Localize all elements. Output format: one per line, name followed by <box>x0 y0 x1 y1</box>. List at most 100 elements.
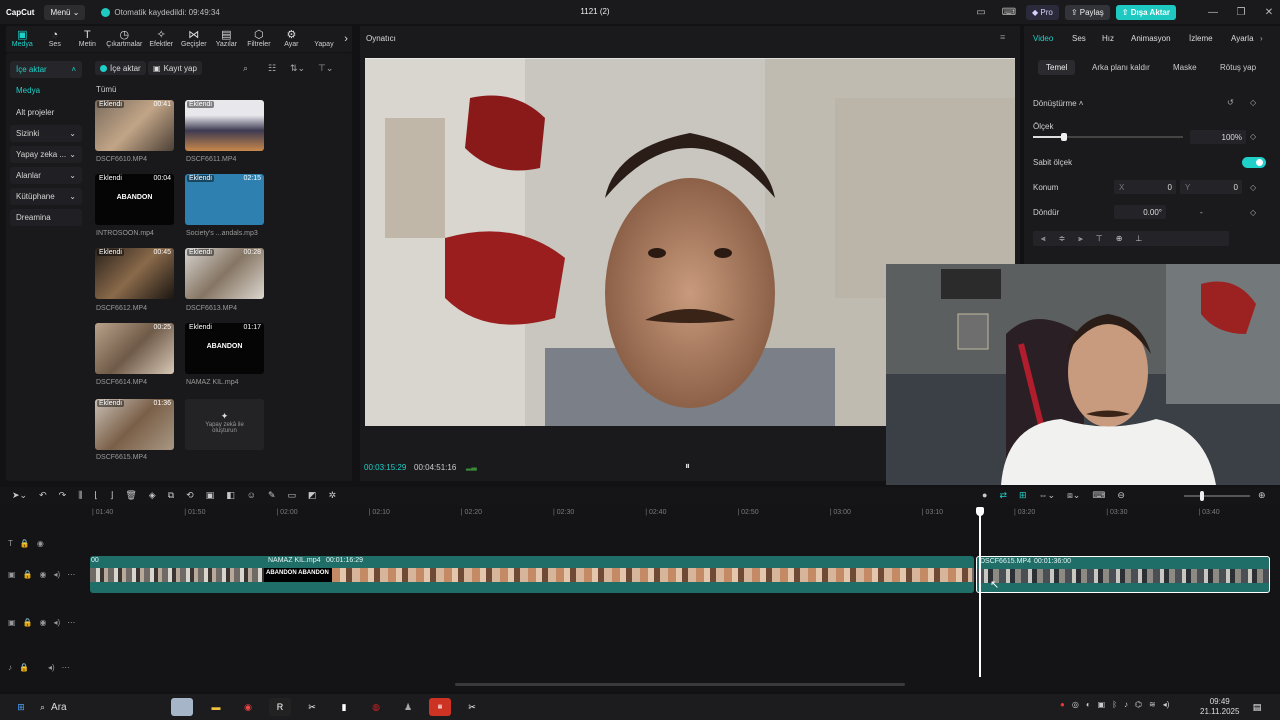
export-button[interactable]: ⇧ Dışa Aktar <box>1115 4 1176 20</box>
ai-create-button[interactable]: ✦ Yapay zekâ ile oluşturun <box>185 399 264 450</box>
screen-icon[interactable]: ▣ <box>206 490 215 501</box>
snap-icon[interactable]: ⧈⌄ <box>1067 490 1080 501</box>
taskbar-search[interactable]: Ara <box>51 702 171 713</box>
tab-text[interactable]: T Metin <box>71 26 104 52</box>
preview-axis-icon[interactable]: ⇔⌄ <box>1039 490 1056 501</box>
import-button[interactable]: İçe aktar <box>95 61 146 75</box>
maximize-icon[interactable]: ❐ <box>1230 7 1252 18</box>
layout-icon[interactable]: ▭ <box>970 7 992 18</box>
eye-icon[interactable]: ◉ <box>40 570 47 579</box>
share-button[interactable]: ⇪ Paylaş <box>1064 4 1110 20</box>
tabs-scroll-right[interactable]: › <box>340 26 352 52</box>
media-clip[interactable]: Eklendi <box>185 100 264 151</box>
sidenav-import[interactable]: İçe aktar ˄ <box>10 61 82 78</box>
keyframe-icon[interactable]: ◇ <box>1250 132 1256 141</box>
capcut-app-icon[interactable]: ✂ <box>461 698 483 716</box>
subtab-mask[interactable]: Maske <box>1173 63 1197 72</box>
tab-stickers[interactable]: ◷ Çıkartmalar <box>104 26 145 52</box>
fixed-scale-toggle[interactable] <box>1242 157 1266 168</box>
video-app-icon[interactable]: ▦ <box>429 698 452 716</box>
eye-icon[interactable]: ◉ <box>37 539 44 548</box>
zoom-slider[interactable] <box>1184 491 1250 501</box>
minimize-icon[interactable]: — <box>1202 7 1224 18</box>
subtitle-icon[interactable]: ▭ <box>287 490 296 501</box>
link-icon[interactable]: ⇄ <box>999 490 1007 501</box>
align-center-h-icon[interactable]: ≑ <box>1059 234 1066 243</box>
pro-button[interactable]: ◆ Pro <box>1026 4 1059 20</box>
more-icon[interactable]: ⋯ <box>67 618 75 627</box>
r-app-icon[interactable]: R <box>269 698 292 716</box>
sidenav-yours[interactable]: Sizinki ⌄ <box>10 125 82 142</box>
record-tray-icon[interactable]: ● <box>1060 700 1065 709</box>
rotate-input[interactable]: 0.00° <box>1114 205 1166 219</box>
align-bottom-icon[interactable]: ⊥ <box>1135 234 1142 243</box>
menu-button[interactable]: Menü ⌄ <box>44 4 86 20</box>
tab-effects[interactable]: ✧ Efektler <box>145 26 178 52</box>
media-clip[interactable]: Eklendi 00:41 <box>95 100 174 151</box>
time-ruler[interactable]: | 01:40 | 01:50 | 02:00 | 02:10 | 02:20 | 02:… <box>90 505 1280 519</box>
subtab-remove-bg[interactable]: Arka planı kaldır <box>1092 63 1150 72</box>
tab-ai[interactable]: Yapay <box>308 26 341 52</box>
sidenav-ai[interactable]: Yapay zeka ... ⌄ <box>10 146 82 163</box>
reset-icon[interactable]: ↺ <box>1227 98 1234 107</box>
lock-icon[interactable]: 🔒 <box>23 570 33 579</box>
record-button[interactable]: ▣ Kayıt yap <box>148 61 202 75</box>
media-clip[interactable]: Eklendi 01:36 <box>95 399 174 450</box>
more-icon[interactable]: ⋯ <box>67 570 75 579</box>
caption-icon[interactable]: ⌨ <box>1092 490 1105 501</box>
close-icon[interactable]: ✕ <box>1258 7 1280 18</box>
lock-icon[interactable]: 🔒 <box>23 618 33 627</box>
volume-icon[interactable]: ◂) <box>1163 700 1170 709</box>
lock-icon[interactable]: 🔒 <box>20 539 30 548</box>
bluetooth-icon[interactable]: ᛒ <box>1112 700 1117 709</box>
playhead-handle[interactable] <box>976 507 984 516</box>
magic-icon[interactable]: ✎ <box>268 490 276 501</box>
view-icon[interactable]: ☷ <box>268 63 276 74</box>
wifi-icon[interactable]: ≋ <box>1149 700 1156 709</box>
microphone-icon[interactable]: ● <box>982 490 987 501</box>
tab-adjust[interactable]: ⚙ Ayar <box>275 26 308 52</box>
audio-clip[interactable]: Eklendi 02:15 <box>185 174 264 225</box>
align-top-icon[interactable]: ⊤ <box>1096 234 1103 243</box>
zoom-slider-handle[interactable] <box>1200 491 1204 501</box>
split-icon[interactable]: ⫼ <box>78 490 82 501</box>
scale-slider[interactable] <box>1033 133 1183 141</box>
subtab-retouch[interactable]: Rötuş yap <box>1220 63 1256 72</box>
media-clip[interactable]: Eklendi 00:28 <box>185 248 264 299</box>
tab-animation[interactable]: Animasyon <box>1131 34 1171 43</box>
rotate-flip[interactable]: - <box>1200 208 1203 217</box>
keyframe-icon[interactable]: ◇ <box>1250 183 1256 192</box>
position-x-input[interactable]: X0 <box>1114 180 1176 194</box>
microphone-app-icon[interactable]: ♟ <box>397 698 419 716</box>
sidenav-spaces[interactable]: Alanlar ⌄ <box>10 167 82 184</box>
more-icon[interactable]: ⋯ <box>62 663 70 672</box>
tab-filters[interactable]: ⬡ Filtreler <box>243 26 276 52</box>
sort-icon[interactable]: ⇅⌄ <box>290 63 305 74</box>
player-menu-icon[interactable]: ≡ <box>1000 32 1005 42</box>
tab-captions[interactable]: ▤ Yazılar <box>210 26 243 52</box>
media-clip[interactable]: Eklendi 00:45 <box>95 248 174 299</box>
delete-icon[interactable]: 🗑 <box>125 490 136 501</box>
media-clip[interactable]: Eklendi 01:17 ABANDON <box>185 323 264 374</box>
record-app-icon[interactable]: ◍ <box>365 698 387 716</box>
zoom-in-icon[interactable]: ⊕ <box>1258 490 1266 501</box>
lock-icon[interactable]: 🔒 <box>19 663 29 672</box>
align-right-icon[interactable]: ⫸ <box>1078 234 1083 244</box>
magnet-icon[interactable]: ⊞ <box>1019 490 1027 501</box>
widget-icon[interactable] <box>171 698 194 716</box>
undo-icon[interactable]: ↶ <box>39 490 47 501</box>
sidenav-dreamina[interactable]: Dreamina <box>10 209 82 226</box>
app-tray-icon[interactable]: ▣ <box>1098 700 1106 709</box>
transform-heading[interactable]: Dönüştürme ˄ <box>1033 99 1083 108</box>
tab-transitions[interactable]: ⋈ Geçişler <box>178 26 211 52</box>
align-left-icon[interactable]: ⫷ <box>1041 234 1046 244</box>
timeline-scrollbar[interactable] <box>455 683 905 686</box>
windows-start-icon[interactable]: ⊞ <box>10 698 32 716</box>
scale-input[interactable]: 100% <box>1190 130 1246 144</box>
scale-slider-handle[interactable] <box>1061 133 1067 141</box>
redo-icon[interactable]: ↷ <box>59 490 67 501</box>
keyframe-icon[interactable]: ◇ <box>1250 208 1256 217</box>
sidenav-media[interactable]: Medya <box>10 82 82 99</box>
app-tray-icon[interactable]: ◐ <box>1086 700 1091 709</box>
search-icon[interactable]: ⌕ <box>243 63 248 74</box>
